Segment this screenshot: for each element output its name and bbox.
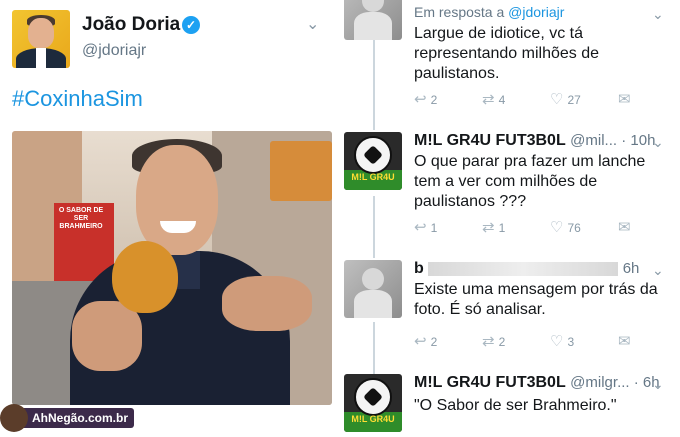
- retweet-button[interactable]: ⇄ 2: [482, 332, 505, 352]
- avatar-label: M!L GR4U: [351, 414, 395, 424]
- site-watermark: AhNegão.com.br: [0, 404, 140, 432]
- dm-button[interactable]: ✉: [618, 90, 635, 110]
- thread-line: [373, 322, 375, 374]
- reply-header: b 6h: [414, 260, 639, 278]
- chevron-down-icon[interactable]: ⌄: [652, 376, 664, 393]
- reply-to-line: Em resposta a @jdoriajr: [414, 4, 565, 20]
- mail-icon: ✉: [618, 91, 631, 108]
- verified-badge-icon: ✓: [182, 16, 200, 34]
- thread-line: [373, 196, 375, 258]
- reply-icon: ↩: [414, 91, 427, 108]
- photo-sign: O SABOR DE SER BRAHMEIRO: [58, 207, 104, 230]
- reply-text: "O Sabor de ser Brahmeiro.": [414, 397, 617, 414]
- dm-button[interactable]: ✉: [618, 332, 635, 352]
- heart-icon: ♡: [550, 219, 564, 236]
- reply-button[interactable]: ↩ 1: [414, 218, 437, 238]
- tweet-actions: ↩ 2 ⇄ 2 ♡ 3 ✉: [414, 332, 654, 352]
- user-meta: @milgr... · 6h: [570, 374, 660, 391]
- like-button[interactable]: ♡ 3: [550, 332, 574, 352]
- reply-text: Existe uma mensagem por trás da foto. É …: [414, 281, 658, 318]
- user-avatar[interactable]: M!L GR4U: [344, 374, 402, 432]
- thread-line: [373, 40, 375, 130]
- retweet-button[interactable]: ⇄ 1: [482, 218, 505, 238]
- reply-header: M!L GR4U FUT3B0L @mil... · 10h: [414, 132, 655, 150]
- reply-text: O que parar pra fazer um lanche tem a ve…: [414, 153, 646, 210]
- reply-button[interactable]: ↩ 2: [414, 90, 437, 110]
- reply-icon: ↩: [414, 333, 427, 350]
- tweet-actions: ↩ 2 ⇄ 4 ♡ 27 ✉: [414, 90, 654, 110]
- like-button[interactable]: ♡ 27: [550, 90, 581, 110]
- retweet-icon: ⇄: [482, 219, 495, 236]
- reply-icon: ↩: [414, 219, 427, 236]
- user-name[interactable]: M!L GR4U FUT3B0L: [414, 374, 566, 391]
- author-handle[interactable]: @jdoriajr: [82, 42, 146, 60]
- reply-button[interactable]: ↩ 2: [414, 332, 437, 352]
- tweet-actions: ↩ 1 ⇄ 1 ♡ 76 ✉: [414, 218, 654, 238]
- mail-icon: ✉: [618, 219, 631, 236]
- retweet-icon: ⇄: [482, 333, 495, 350]
- chevron-down-icon[interactable]: ⌄: [652, 134, 664, 151]
- user-meta: 6h: [622, 260, 640, 277]
- main-tweet: João Doria ✓ @jdoriajr ⌄ #CoxinhaSim O S…: [0, 0, 338, 437]
- user-meta: @mil... · 10h: [570, 132, 656, 149]
- dm-button[interactable]: ✉: [618, 218, 635, 238]
- chevron-down-icon[interactable]: ⌄: [652, 262, 664, 279]
- watermark-logo: [0, 404, 28, 432]
- like-button[interactable]: ♡ 76: [550, 218, 581, 238]
- author-avatar[interactable]: [12, 10, 70, 68]
- redacted-name: [428, 261, 619, 276]
- user-name[interactable]: b: [414, 260, 424, 277]
- reply-header: M!L GR4U FUT3B0L @milgr... · 6h: [414, 374, 660, 392]
- replies-column: Em resposta a @jdoriajr ⌄ Largue de idio…: [338, 0, 680, 437]
- watermark-text: AhNegão.com.br: [20, 408, 135, 428]
- heart-icon: ♡: [550, 91, 564, 108]
- avatar-label: M!L GR4U: [351, 172, 395, 182]
- user-avatar[interactable]: M!L GR4U: [344, 132, 402, 190]
- mail-icon: ✉: [618, 333, 631, 350]
- user-name[interactable]: M!L GR4U FUT3B0L: [414, 132, 566, 149]
- tweet-photo[interactable]: O SABOR DE SER BRAHMEIRO: [12, 131, 332, 405]
- hashtag-link[interactable]: #CoxinhaSim: [12, 86, 143, 112]
- chevron-down-icon[interactable]: ⌄: [652, 6, 664, 23]
- user-avatar[interactable]: [344, 0, 402, 40]
- retweet-button[interactable]: ⇄ 4: [482, 90, 505, 110]
- author-name[interactable]: João Doria: [82, 14, 180, 36]
- retweet-icon: ⇄: [482, 91, 495, 108]
- user-avatar[interactable]: [344, 260, 402, 318]
- reply-text: Largue de idiotice, vc tá representando …: [414, 25, 600, 82]
- reply-to-handle[interactable]: @jdoriajr: [508, 4, 564, 20]
- chevron-down-icon[interactable]: ⌄: [306, 14, 319, 34]
- heart-icon: ♡: [550, 333, 564, 350]
